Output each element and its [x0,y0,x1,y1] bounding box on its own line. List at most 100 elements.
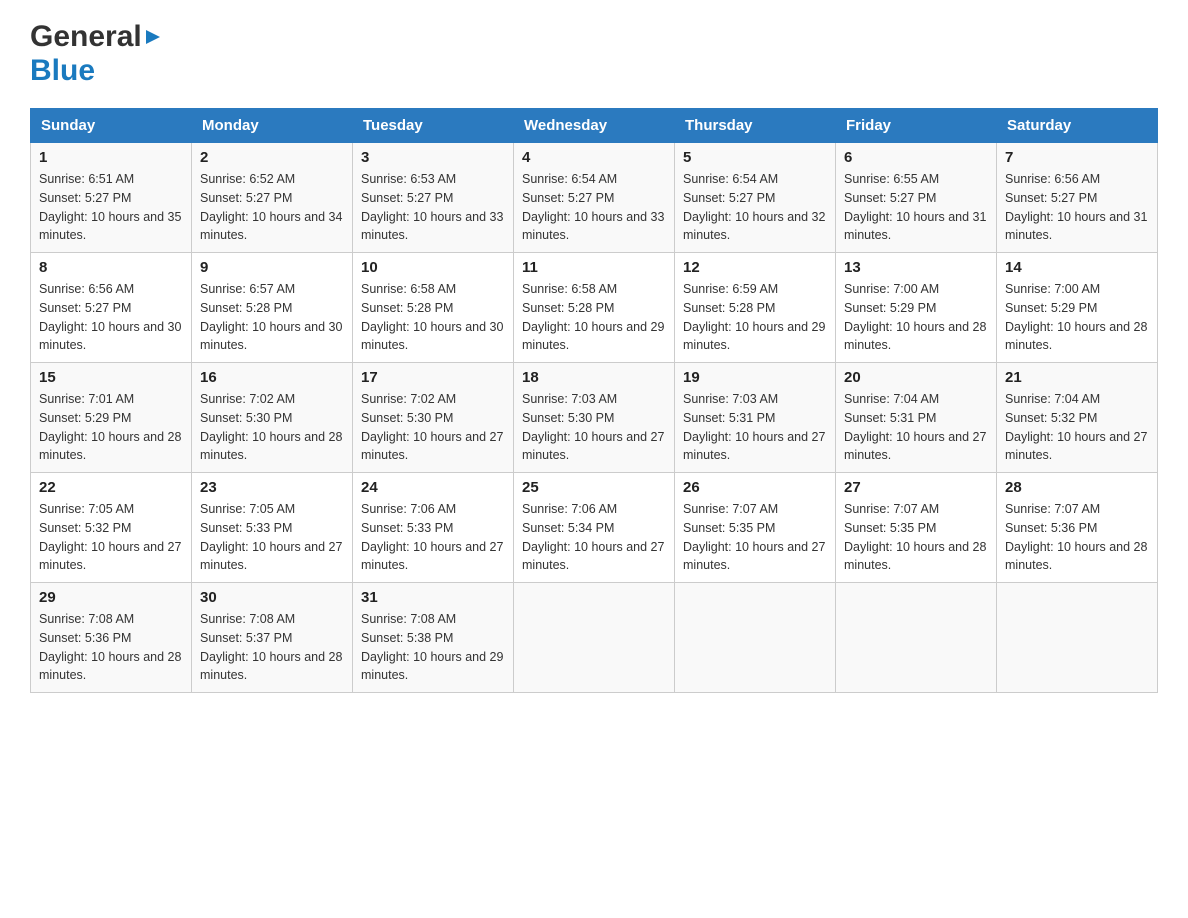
calendar-cell: 21 Sunrise: 7:04 AMSunset: 5:32 PMDayligh… [997,363,1158,473]
calendar-cell: 23 Sunrise: 7:05 AMSunset: 5:33 PMDayligh… [192,473,353,583]
calendar-cell: 13 Sunrise: 7:00 AMSunset: 5:29 PMDayligh… [836,253,997,363]
day-info: Sunrise: 7:04 AMSunset: 5:32 PMDaylight:… [1005,390,1149,465]
day-number: 30 [200,589,344,606]
calendar-week-2: 8 Sunrise: 6:56 AMSunset: 5:27 PMDaylight… [31,253,1158,363]
day-info: Sunrise: 7:07 AMSunset: 5:35 PMDaylight:… [844,500,988,575]
header-day-wednesday: Wednesday [514,109,675,143]
logo-arrow-icon [142,26,164,53]
calendar-cell: 31 Sunrise: 7:08 AMSunset: 5:38 PMDayligh… [353,583,514,693]
calendar-week-5: 29 Sunrise: 7:08 AMSunset: 5:36 PMDayligh… [31,583,1158,693]
calendar-cell: 5 Sunrise: 6:54 AMSunset: 5:27 PMDaylight… [675,143,836,253]
day-number: 14 [1005,259,1149,276]
day-number: 17 [361,369,505,386]
day-info: Sunrise: 7:08 AMSunset: 5:36 PMDaylight:… [39,610,183,685]
day-number: 13 [844,259,988,276]
day-info: Sunrise: 7:08 AMSunset: 5:37 PMDaylight:… [200,610,344,685]
calendar-cell: 26 Sunrise: 7:07 AMSunset: 5:35 PMDayligh… [675,473,836,583]
calendar-cell: 6 Sunrise: 6:55 AMSunset: 5:27 PMDaylight… [836,143,997,253]
calendar-cell: 4 Sunrise: 6:54 AMSunset: 5:27 PMDaylight… [514,143,675,253]
day-info: Sunrise: 6:54 AMSunset: 5:27 PMDaylight:… [522,170,666,245]
header-day-tuesday: Tuesday [353,109,514,143]
calendar-cell [514,583,675,693]
day-number: 26 [683,479,827,496]
day-info: Sunrise: 7:01 AMSunset: 5:29 PMDaylight:… [39,390,183,465]
calendar-cell: 29 Sunrise: 7:08 AMSunset: 5:36 PMDayligh… [31,583,192,693]
logo-general-text: General [30,20,142,54]
day-info: Sunrise: 7:05 AMSunset: 5:32 PMDaylight:… [39,500,183,575]
calendar-week-3: 15Sunrise: 7:01 AMSunset: 5:29 PMDayligh… [31,363,1158,473]
day-number: 23 [200,479,344,496]
calendar-cell: 1Sunrise: 6:51 AMSunset: 5:27 PMDaylight… [31,143,192,253]
calendar-cell: 24Sunrise: 7:06 AMSunset: 5:33 PMDayligh… [353,473,514,583]
calendar-cell: 11Sunrise: 6:58 AMSunset: 5:28 PMDayligh… [514,253,675,363]
day-number: 29 [39,589,183,606]
day-info: Sunrise: 7:07 AMSunset: 5:36 PMDaylight:… [1005,500,1149,575]
day-number: 19 [683,369,827,386]
header-row: SundayMondayTuesdayWednesdayThursdayFrid… [31,109,1158,143]
day-info: Sunrise: 6:56 AMSunset: 5:27 PMDaylight:… [1005,170,1149,245]
calendar-cell: 15Sunrise: 7:01 AMSunset: 5:29 PMDayligh… [31,363,192,473]
day-number: 31 [361,589,505,606]
calendar-cell: 7 Sunrise: 6:56 AMSunset: 5:27 PMDaylight… [997,143,1158,253]
day-info: Sunrise: 7:06 AMSunset: 5:34 PMDaylight:… [522,500,666,575]
calendar-cell [836,583,997,693]
day-info: Sunrise: 6:57 AMSunset: 5:28 PMDaylight:… [200,280,344,355]
calendar-cell: 19 Sunrise: 7:03 AMSunset: 5:31 PMDayligh… [675,363,836,473]
day-number: 25 [522,479,666,496]
calendar-cell: 25 Sunrise: 7:06 AMSunset: 5:34 PMDayligh… [514,473,675,583]
day-info: Sunrise: 6:58 AMSunset: 5:28 PMDaylight:… [522,280,666,355]
day-info: Sunrise: 6:55 AMSunset: 5:27 PMDaylight:… [844,170,988,245]
header-day-saturday: Saturday [997,109,1158,143]
calendar-cell: 27 Sunrise: 7:07 AMSunset: 5:35 PMDayligh… [836,473,997,583]
day-number: 21 [1005,369,1149,386]
calendar-body: 1Sunrise: 6:51 AMSunset: 5:27 PMDaylight… [31,143,1158,693]
calendar-cell: 3 Sunrise: 6:53 AMSunset: 5:27 PMDaylight… [353,143,514,253]
day-info: Sunrise: 7:08 AMSunset: 5:38 PMDaylight:… [361,610,505,685]
day-number: 27 [844,479,988,496]
day-number: 22 [39,479,183,496]
day-number: 7 [1005,149,1149,166]
day-number: 28 [1005,479,1149,496]
day-info: Sunrise: 7:06 AMSunset: 5:33 PMDaylight:… [361,500,505,575]
calendar-cell [997,583,1158,693]
day-info: Sunrise: 7:00 AMSunset: 5:29 PMDaylight:… [844,280,988,355]
day-info: Sunrise: 6:59 AMSunset: 5:28 PMDaylight:… [683,280,827,355]
calendar-cell: 16Sunrise: 7:02 AMSunset: 5:30 PMDayligh… [192,363,353,473]
day-number: 4 [522,149,666,166]
day-info: Sunrise: 7:04 AMSunset: 5:31 PMDaylight:… [844,390,988,465]
calendar-cell: 30 Sunrise: 7:08 AMSunset: 5:37 PMDayligh… [192,583,353,693]
calendar-cell: 14 Sunrise: 7:00 AMSunset: 5:29 PMDayligh… [997,253,1158,363]
calendar-cell: 22 Sunrise: 7:05 AMSunset: 5:32 PMDayligh… [31,473,192,583]
day-info: Sunrise: 7:07 AMSunset: 5:35 PMDaylight:… [683,500,827,575]
day-number: 8 [39,259,183,276]
day-info: Sunrise: 7:03 AMSunset: 5:31 PMDaylight:… [683,390,827,465]
logo: General Blue [30,20,164,88]
day-number: 3 [361,149,505,166]
page-header: General Blue [30,20,1158,88]
logo-blue-text: Blue [30,54,95,87]
day-number: 2 [200,149,344,166]
day-info: Sunrise: 7:02 AMSunset: 5:30 PMDaylight:… [361,390,505,465]
calendar-cell: 9Sunrise: 6:57 AMSunset: 5:28 PMDaylight… [192,253,353,363]
calendar-cell [675,583,836,693]
header-day-thursday: Thursday [675,109,836,143]
day-number: 5 [683,149,827,166]
day-info: Sunrise: 6:56 AMSunset: 5:27 PMDaylight:… [39,280,183,355]
calendar-week-4: 22 Sunrise: 7:05 AMSunset: 5:32 PMDayligh… [31,473,1158,583]
day-number: 20 [844,369,988,386]
header-day-monday: Monday [192,109,353,143]
day-info: Sunrise: 6:51 AMSunset: 5:27 PMDaylight:… [39,170,183,245]
day-number: 18 [522,369,666,386]
header-day-sunday: Sunday [31,109,192,143]
calendar-cell: 8 Sunrise: 6:56 AMSunset: 5:27 PMDaylight… [31,253,192,363]
day-info: Sunrise: 6:53 AMSunset: 5:27 PMDaylight:… [361,170,505,245]
day-number: 6 [844,149,988,166]
day-info: Sunrise: 7:03 AMSunset: 5:30 PMDaylight:… [522,390,666,465]
day-number: 16 [200,369,344,386]
day-info: Sunrise: 6:54 AMSunset: 5:27 PMDaylight:… [683,170,827,245]
day-info: Sunrise: 7:05 AMSunset: 5:33 PMDaylight:… [200,500,344,575]
calendar-table: SundayMondayTuesdayWednesdayThursdayFrid… [30,108,1158,693]
day-number: 10 [361,259,505,276]
header-day-friday: Friday [836,109,997,143]
day-info: Sunrise: 7:00 AMSunset: 5:29 PMDaylight:… [1005,280,1149,355]
